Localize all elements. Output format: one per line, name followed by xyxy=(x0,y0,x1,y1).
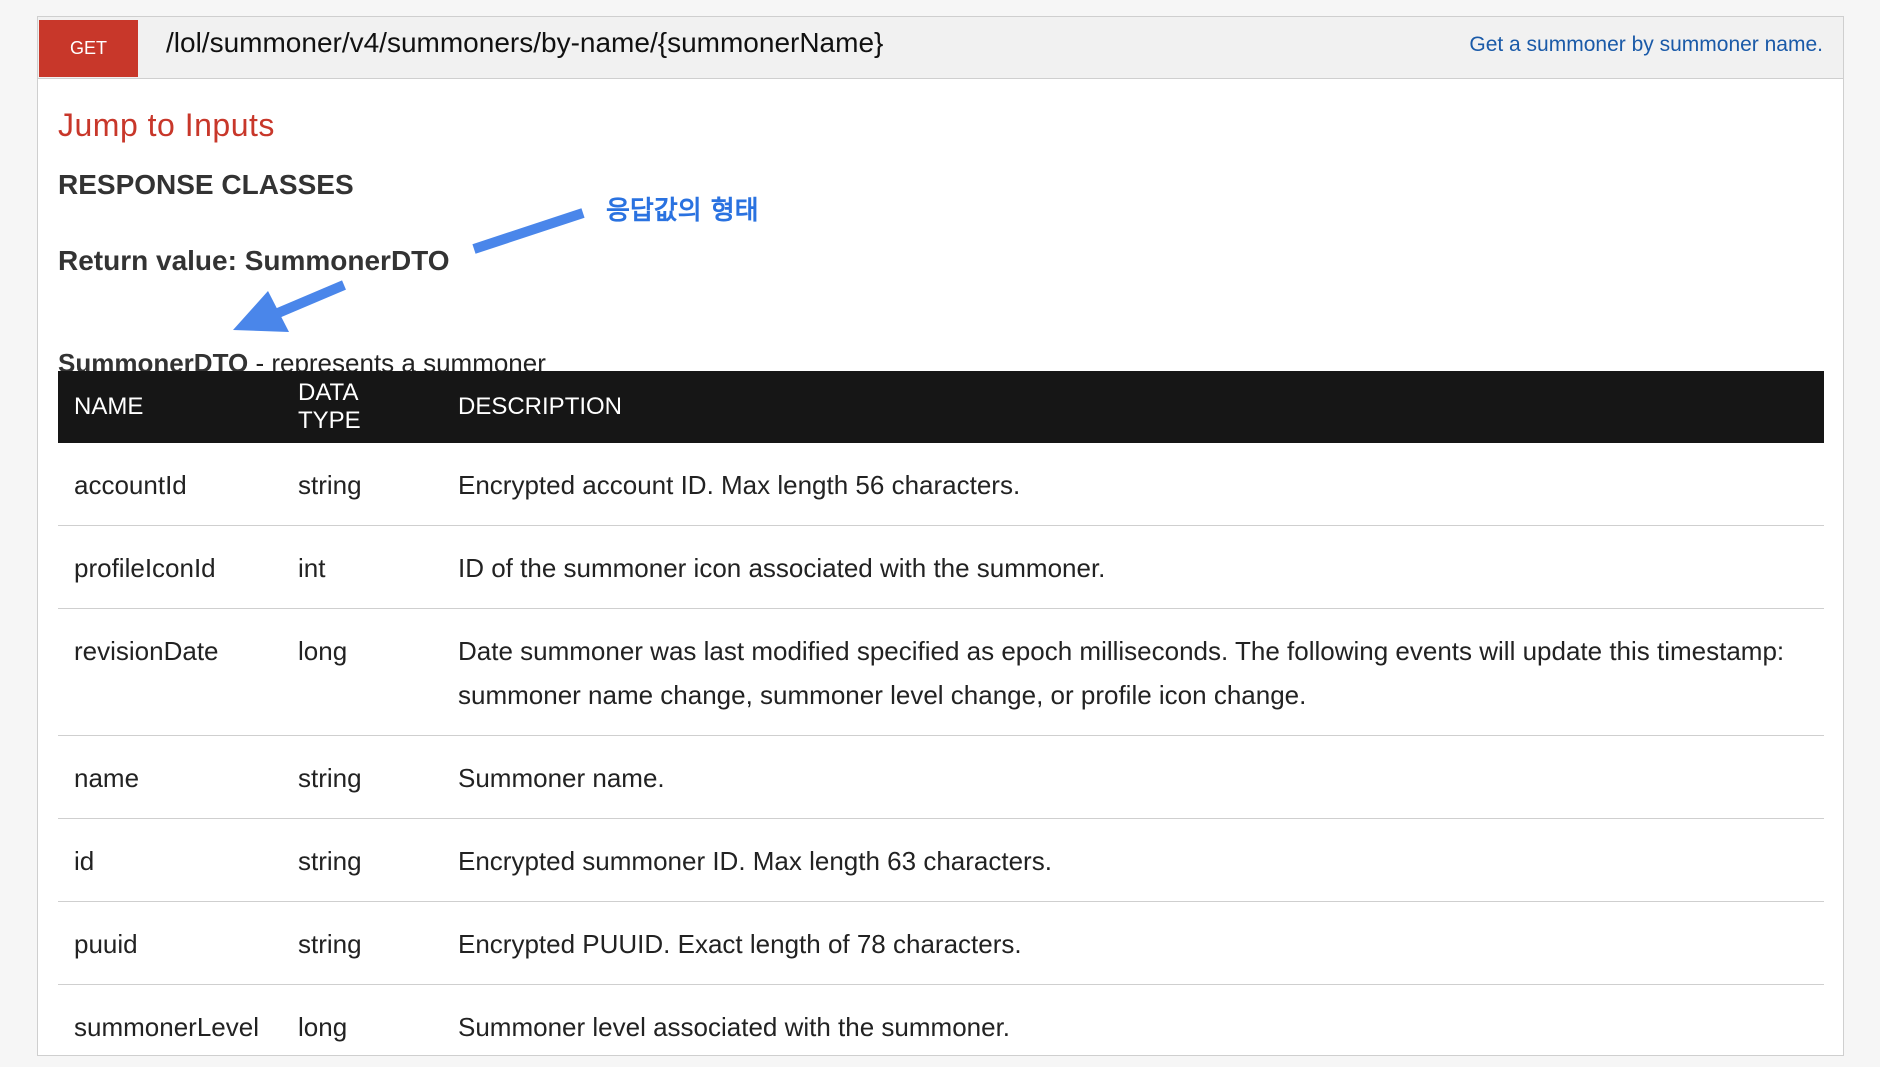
field-type: string xyxy=(282,902,442,985)
table-header-row: NAME DATA TYPE DESCRIPTION xyxy=(58,371,1824,443)
field-description: Summoner name. xyxy=(442,736,1824,819)
field-name: revisionDate xyxy=(58,609,282,736)
field-type: long xyxy=(282,985,442,1067)
method-badge[interactable]: GET xyxy=(39,20,138,77)
field-type: long xyxy=(282,609,442,736)
table-row: revisionDate long Date summoner was last… xyxy=(58,609,1824,736)
jump-to-inputs-link[interactable]: Jump to Inputs xyxy=(58,107,275,144)
table-row: puuid string Encrypted PUUID. Exact leng… xyxy=(58,902,1824,985)
field-description: ID of the summoner icon associated with … xyxy=(442,526,1824,609)
table-row: summonerLevel long Summoner level associ… xyxy=(58,985,1824,1067)
column-header-name: NAME xyxy=(58,371,282,443)
field-type: string xyxy=(282,443,442,526)
field-description: Encrypted account ID. Max length 56 char… xyxy=(442,443,1824,526)
field-type: string xyxy=(282,736,442,819)
response-fields-table: NAME DATA TYPE DESCRIPTION accountId str… xyxy=(58,371,1824,1067)
field-type: string xyxy=(282,819,442,902)
field-name: accountId xyxy=(58,443,282,526)
field-name: puuid xyxy=(58,902,282,985)
field-description: Date summoner was last modified specifie… xyxy=(442,609,1824,736)
field-name: id xyxy=(58,819,282,902)
table-row: id string Encrypted summoner ID. Max len… xyxy=(58,819,1824,902)
field-description: Encrypted summoner ID. Max length 63 cha… xyxy=(442,819,1824,902)
endpoint-path[interactable]: /lol/summoner/v4/summoners/by-name/{summ… xyxy=(166,27,883,59)
field-type: int xyxy=(282,526,442,609)
response-classes-heading: RESPONSE CLASSES xyxy=(58,169,354,201)
field-description: Encrypted PUUID. Exact length of 78 char… xyxy=(442,902,1824,985)
column-header-description: DESCRIPTION xyxy=(442,371,1824,443)
field-name: profileIconId xyxy=(58,526,282,609)
field-name: summonerLevel xyxy=(58,985,282,1067)
table-row: profileIconId int ID of the summoner ico… xyxy=(58,526,1824,609)
return-value-label: Return value: SummonerDTO xyxy=(58,245,450,277)
endpoint-bar[interactable]: GET /lol/summoner/v4/summoners/by-name/{… xyxy=(38,17,1843,79)
annotation-label: 응답값의 형태 xyxy=(606,190,759,227)
field-description: Summoner level associated with the summo… xyxy=(442,985,1824,1067)
endpoint-summary-link[interactable]: Get a summoner by summoner name. xyxy=(1469,33,1823,57)
column-header-data-type: DATA TYPE xyxy=(282,371,442,443)
table-row: accountId string Encrypted account ID. M… xyxy=(58,443,1824,526)
field-name: name xyxy=(58,736,282,819)
table-row: name string Summoner name. xyxy=(58,736,1824,819)
endpoint-panel: GET /lol/summoner/v4/summoners/by-name/{… xyxy=(37,16,1844,1056)
